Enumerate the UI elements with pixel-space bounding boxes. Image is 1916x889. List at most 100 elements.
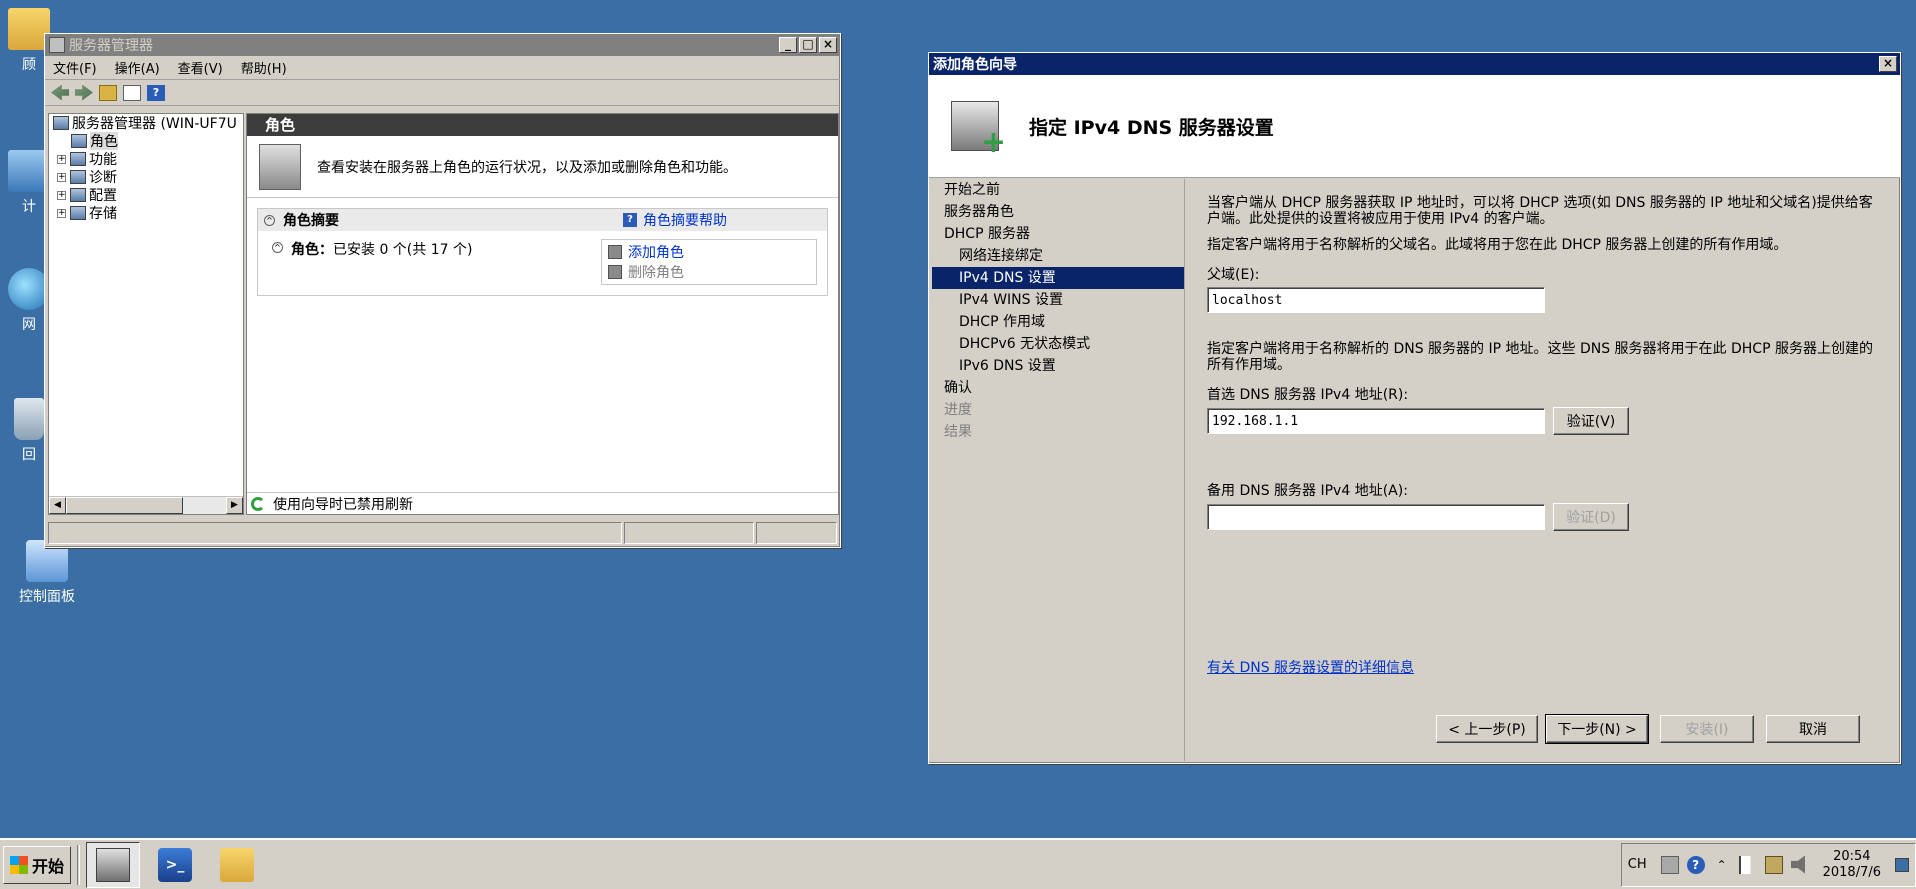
wizard-banner: 指定 IPv4 DNS 服务器设置 [929, 75, 1900, 178]
next-button[interactable]: 下一步(N) > [1545, 714, 1649, 744]
notification-area: CH ? ⌃ 20:54 2018/7/6 [1620, 842, 1916, 887]
wizard-step[interactable]: 网络连接绑定 [932, 245, 1184, 267]
roles-summary-section: ^ 角色摘要 ? 角色摘要帮助 ^ 角色： 已安装 0 个(共 17 个) 添加… [257, 208, 828, 296]
wizard-titlebar[interactable]: 添加角色向导 × [929, 53, 1900, 75]
tree-item-features[interactable]: + 功能 [49, 150, 243, 168]
maximize-button[interactable]: □ [799, 37, 817, 53]
expand-icon[interactable]: + [57, 154, 66, 164]
refresh-status: 使用向导时已禁用刷新 [247, 492, 838, 514]
menu-file[interactable]: 文件(F) [53, 58, 97, 77]
show-hide-tree-icon[interactable] [123, 84, 141, 101]
taskbar-explorer[interactable] [210, 842, 264, 888]
tree-item-configuration[interactable]: + 配置 [49, 186, 243, 204]
tree-item-label: 配置 [89, 188, 117, 204]
pane-intro: 查看安装在服务器上角色的运行状况，以及添加或删除角色和功能。 [247, 136, 838, 198]
alternate-dns-input[interactable] [1207, 504, 1545, 530]
status-bar [48, 522, 837, 544]
wizard-step-current[interactable]: IPv4 DNS 设置 [932, 267, 1184, 289]
menu-action[interactable]: 操作(A) [115, 58, 160, 77]
start-button[interactable]: 开始 [3, 845, 72, 884]
tree-item-roles[interactable]: 角色 [49, 132, 243, 150]
close-button[interactable]: × [1879, 56, 1897, 72]
minimize-button[interactable]: _ [779, 37, 797, 53]
show-desktop-icon[interactable] [1895, 857, 1909, 872]
help-icon[interactable]: ? [147, 84, 165, 101]
wizard-step[interactable]: IPv4 WINS 设置 [932, 289, 1184, 311]
remove-roles-label: 删除角色 [628, 265, 684, 281]
recycle-bin-icon [14, 398, 44, 440]
clock-time: 20:54 [1833, 848, 1871, 864]
tree-item-storage[interactable]: + 存储 [49, 204, 243, 222]
collapse-section-icon[interactable]: ^ [264, 214, 275, 226]
menu-help[interactable]: 帮助(H) [241, 58, 287, 77]
add-roles-label: 添加角色 [628, 245, 684, 261]
scroll-left-icon[interactable]: ◀ [49, 497, 66, 514]
tree-horizontal-scrollbar[interactable]: ◀ ▶ [49, 496, 243, 514]
status-panel [624, 522, 754, 544]
scroll-right-icon[interactable]: ▶ [226, 497, 243, 514]
help-icon[interactable]: ? [1686, 855, 1705, 874]
scrollbar-thumb[interactable] [66, 497, 183, 514]
add-roles-wizard-window: 添加角色向导 × 指定 IPv4 DNS 服务器设置 开始之前 服务器角色 DH… [928, 52, 1901, 764]
wizard-step-list: 开始之前 服务器角色 DHCP 服务器 网络连接绑定 IPv4 DNS 设置 I… [932, 179, 1185, 761]
collapse-roles-icon[interactable]: ^ [272, 242, 283, 253]
validate-alternate-button: 验证(D) [1553, 503, 1629, 531]
show-hidden-icons-icon[interactable]: ⌃ [1713, 856, 1731, 874]
back-arrow-icon[interactable] [51, 84, 69, 101]
server-manager-icon [96, 847, 131, 882]
wizard-step[interactable]: DHCP 服务器 [932, 223, 1184, 245]
expand-icon[interactable]: + [57, 190, 66, 200]
expand-icon[interactable]: + [57, 208, 66, 218]
expand-icon[interactable]: + [57, 172, 66, 182]
preferred-dns-input[interactable] [1207, 408, 1545, 434]
menu-view[interactable]: 查看(V) [178, 58, 223, 77]
wizard-step[interactable]: 确认 [932, 377, 1184, 399]
roles-count: 已安装 0 个(共 17 个) [333, 242, 473, 258]
wizard-step[interactable]: IPv6 DNS 设置 [932, 355, 1184, 377]
storage-icon [70, 206, 86, 220]
roles-summary-help-link[interactable]: ? 角色摘要帮助 [623, 210, 727, 230]
wizard-page-heading: 指定 IPv4 DNS 服务器设置 [1029, 116, 1274, 139]
desktop-control-panel-icon[interactable]: 控制面板 [12, 540, 82, 606]
tree-item-label: 角色 [90, 132, 118, 150]
input-language[interactable]: CH [1628, 857, 1647, 872]
server-manager-titlebar[interactable]: 服务器管理器 _ □ × [45, 34, 840, 56]
forward-arrow-icon[interactable] [75, 84, 93, 101]
wizard-step[interactable]: DHCP 作用域 [932, 311, 1184, 333]
wizard-step[interactable]: DHCPv6 无状态模式 [932, 333, 1184, 355]
tree-item-diagnostics[interactable]: + 诊断 [49, 168, 243, 186]
roles-summary-body: ^ 角色： 已安装 0 个(共 17 个) 添加角色 删除角色 [258, 231, 827, 295]
add-roles-link[interactable]: 添加角色 [608, 242, 810, 262]
scrollbar-track[interactable] [183, 497, 226, 514]
tree-item-label: 诊断 [89, 170, 117, 186]
tree-root[interactable]: 服务器管理器 (WIN-UF7U [49, 114, 243, 132]
cancel-button[interactable]: 取消 [1766, 715, 1860, 743]
console-tree: 服务器管理器 (WIN-UF7U 角色 + 功能 + 诊断 + 配置 + 存储 … [48, 113, 244, 515]
wizard-step[interactable]: 服务器角色 [932, 201, 1184, 223]
taskbar-server-manager[interactable] [86, 841, 141, 888]
validate-preferred-button[interactable]: 验证(V) [1553, 407, 1629, 435]
server-manager-node-icon [53, 116, 69, 130]
volume-muted-icon[interactable] [1790, 855, 1806, 874]
close-button[interactable]: × [819, 37, 837, 53]
window-title: 服务器管理器 [69, 38, 153, 54]
wizard-step[interactable]: 开始之前 [932, 179, 1184, 201]
tree-item-label: 存储 [89, 206, 117, 222]
action-center-flag-icon[interactable] [1738, 855, 1757, 874]
folder-icon [220, 847, 255, 882]
keyboard-icon[interactable] [1660, 855, 1679, 874]
network-icon[interactable] [1764, 855, 1783, 874]
dns-settings-more-info-link[interactable]: 有关 DNS 服务器设置的详细信息 [1207, 657, 1414, 677]
features-icon [70, 152, 86, 166]
diagnostics-icon [70, 170, 86, 184]
remove-roles-icon [608, 265, 622, 279]
pane-title: 角色 [247, 114, 838, 136]
back-button[interactable]: < 上一步(P) [1436, 715, 1538, 743]
clock[interactable]: 20:54 2018/7/6 [1823, 849, 1881, 881]
desktop-icon-label: 控制面板 [19, 589, 75, 605]
up-one-level-icon[interactable] [99, 84, 117, 101]
start-label: 开始 [32, 856, 65, 876]
roles-summary-header: ^ 角色摘要 ? 角色摘要帮助 [258, 209, 827, 231]
taskbar-powershell[interactable]: >_ [148, 842, 202, 888]
parent-domain-input[interactable] [1207, 287, 1545, 313]
